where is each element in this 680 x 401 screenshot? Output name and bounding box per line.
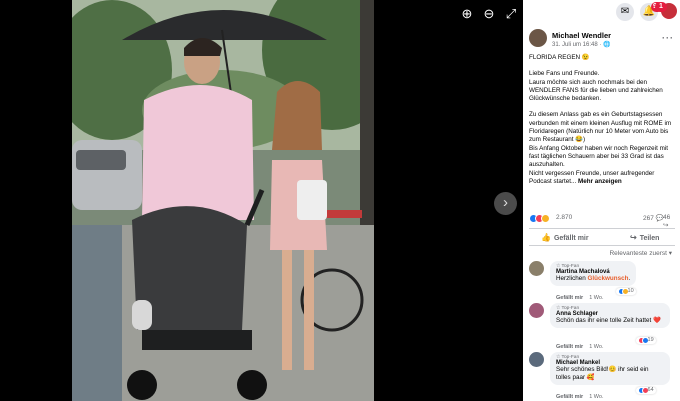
comment-actions: Gefällt mir 1 Wo. (556, 344, 603, 350)
post-body: FLORIDA REGEN 😉 Liebe Fans und Freunde. … (529, 54, 675, 186)
post-paragraph-1: FLORIDA REGEN 😉 (529, 54, 590, 61)
comment-like-button[interactable]: Gefällt mir (556, 344, 583, 350)
author-avatar[interactable] (529, 29, 547, 47)
comment-avatar[interactable] (529, 352, 544, 367)
reaction-icons (529, 214, 550, 223)
comment-like-button[interactable]: Gefällt mir (556, 394, 583, 400)
comment-avatar[interactable] (529, 261, 544, 276)
post-paragraph-3-text: Zu diesem Anlass gab es ein Geburtstagse… (529, 111, 672, 185)
post-panel: Michael Wendler 31. Juli um 16:48 · 🌐 ··… (523, 24, 680, 401)
thumbs-up-icon: 👍 (541, 233, 551, 242)
comment-like-button[interactable]: Gefällt mir (556, 295, 583, 301)
post-date: 31. Juli um 16:48 · (552, 42, 604, 48)
fullscreen-icon[interactable]: ⤢ (503, 6, 519, 22)
post-photo[interactable] (72, 0, 374, 401)
like-label: Gefällt mir (553, 235, 589, 242)
top-bar-icons: ✉ 🔔 9+ 1 (523, 0, 680, 24)
share-label: Teilen (639, 235, 660, 242)
comment-age[interactable]: 1 Wo. (589, 344, 603, 350)
comment-bubble: ☆ Top-Fan Michael Mankel Sehr schönes Bi… (550, 352, 670, 385)
post-paragraph-2: Liebe Fans und Freunde. Laura möchte sic… (529, 70, 663, 103)
reaction-summary[interactable]: 2.870 267 💬 46 ↪ (529, 213, 675, 229)
share-icon: ↪ (630, 233, 637, 242)
comment-text-prefix: Herzlichen (556, 275, 588, 282)
divider (529, 245, 675, 246)
see-more-link[interactable]: Mehr anzeigen (578, 178, 622, 185)
comment-reactions[interactable]: 19 (636, 337, 656, 344)
comment-actions: Gefällt mir 1 Wo. (556, 394, 603, 400)
comment-avatar[interactable] (529, 303, 544, 318)
comment-age[interactable]: 1 Wo. (589, 295, 603, 301)
chevron-right-icon: › (503, 194, 508, 211)
comment-sort-dropdown[interactable]: Relevanteste zuerst ▾ (609, 249, 672, 257)
comment-reaction-count: 10 (627, 288, 634, 294)
post-paragraph-3: Zu diesem Anlass gab es ein Geburtstagse… (529, 111, 675, 186)
post-options-button[interactable]: ··· (662, 33, 674, 43)
share-count[interactable]: 46 ↪ (663, 214, 675, 229)
haha-reaction-icon (541, 214, 550, 223)
comment-text: Schön das ihr eine tolle Zeit hattet ❤️ (556, 317, 661, 324)
comment-bubble: ☆ Top-Fan Anna Schlager Schön das ihr ei… (550, 303, 670, 328)
zoom-out-icon[interactable]: ⊖ (481, 6, 497, 22)
zoom-in-icon[interactable]: ⊕ (459, 6, 475, 22)
photo-viewer-page: ⊕ ⊖ ⤢ › ✉ 🔔 9+ 1 Michael Wendler 31. Jul… (0, 0, 680, 401)
share-count-value: 46 (663, 214, 671, 221)
profile-avatar[interactable]: 1 (655, 2, 678, 20)
globe-icon: 🌐 (603, 42, 611, 48)
divider (529, 228, 675, 229)
comment-bubble: ☆ Top-Fan Martina Machalová Herzlichen G… (550, 261, 637, 286)
post-timestamp[interactable]: 31. Juli um 16:48 · 🌐 (552, 41, 611, 48)
like-button[interactable]: 👍 Gefällt mir (541, 233, 589, 242)
comment-reaction-count: 64 (647, 387, 654, 393)
comment-count[interactable]: 267 💬 (643, 214, 664, 222)
comment-age[interactable]: 1 Wo. (589, 394, 603, 400)
comment-reactions[interactable]: 64 (636, 387, 656, 394)
comment-highlight-link[interactable]: Glückwunsch (588, 275, 629, 282)
profile-badge: 1 (655, 2, 667, 12)
next-photo-button[interactable]: › (494, 192, 517, 215)
comment-actions: Gefällt mir 1 Wo. (556, 295, 603, 301)
comment-text-suffix: . (628, 275, 631, 282)
photo-viewer: ⊕ ⊖ ⤢ › (0, 0, 523, 401)
reaction-count[interactable]: 2.870 (556, 214, 572, 221)
comment-count-value: 267 (643, 215, 654, 222)
comment-text: Sehr schönes Bild!😊 ihr seid ein tolles … (556, 366, 649, 381)
comment-reaction-count: 19 (647, 337, 654, 343)
comment-text: Herzlichen Glückwunsch. (556, 275, 630, 283)
comment-reactions[interactable]: 10 (616, 288, 636, 295)
share-button[interactable]: ↪ Teilen (630, 233, 659, 242)
author-name[interactable]: Michael Wendler (552, 31, 611, 40)
messenger-icon[interactable]: ✉ (616, 3, 634, 21)
